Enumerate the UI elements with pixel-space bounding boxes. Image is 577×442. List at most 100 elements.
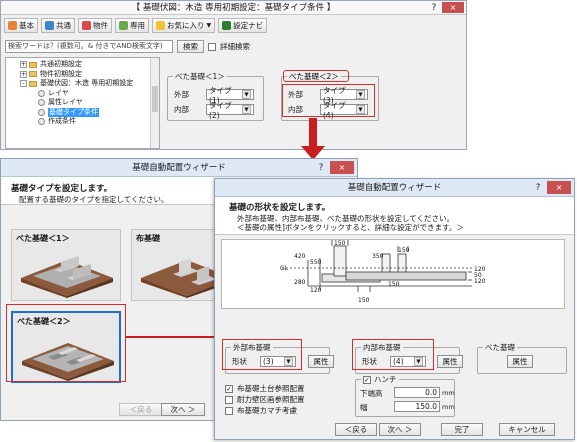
tree-item-common[interactable]: + 共通初期設定	[20, 60, 159, 70]
cancel-button[interactable]: キャンセル	[499, 423, 555, 436]
setting-icon	[38, 118, 45, 126]
folder-icon	[29, 80, 37, 87]
tree-scrollbar[interactable]	[150, 58, 159, 148]
chevron-down-icon: ▼	[242, 90, 251, 99]
navi-icon	[222, 21, 232, 30]
toolbar-dedicated-button[interactable]: 専用	[115, 18, 149, 33]
close-button[interactable]: ×	[442, 2, 464, 13]
toolbar-property-button[interactable]: 物件	[78, 18, 112, 33]
dim-150-bot: 150	[358, 297, 370, 304]
collapse-icon[interactable]: -	[20, 80, 27, 88]
scroll-thumb[interactable]	[152, 86, 158, 112]
haunch-checkbox[interactable]: ✓	[363, 375, 371, 384]
gl-label: GL	[280, 265, 289, 272]
inner-attribute-button[interactable]: 属性	[437, 355, 463, 368]
outer-type-select[interactable]: タイプ(1) ▼	[206, 86, 254, 105]
detail-search-checkbox[interactable]	[208, 42, 216, 51]
check-base-ref[interactable]: ✓	[225, 384, 233, 393]
wizard-title-bar: 基礎自動配置ウィザード ? ×	[215, 179, 574, 197]
tree-item-attr-layer[interactable]: 属性レイヤ	[20, 98, 159, 108]
wizard-header: 基礎の形状を設定します。 外部布基礎、内部布基礎、べた基礎の形状を設定してくださ…	[215, 197, 574, 235]
inner-row: 内部 タイプ(2) ▼	[174, 101, 254, 120]
back-button[interactable]: ＜戻る	[335, 423, 377, 436]
help-button[interactable]: ?	[532, 179, 544, 197]
tree-item-foundation-type[interactable]: 基礎タイプ条件	[20, 107, 159, 117]
haunch-height-input[interactable]: 0.0	[394, 387, 440, 398]
settings-window: 【 基礎伏図：木造 専用初期設定：基礎タイプ条件 】 ? × 基本 共通 物件 …	[0, 0, 467, 150]
beta-foundation-1-group: べた基礎＜1＞ 外部 タイプ(1) ▼ 内部 タイプ(2) ▼	[167, 72, 264, 121]
settings-title: 【 基礎伏図：木造 専用初期設定：基礎タイプ条件 】	[131, 3, 336, 13]
wizard-title-bar: 基礎自動配置ウィザード ? ×	[1, 159, 357, 177]
setting-icon	[38, 99, 45, 107]
settings-title-bar: 【 基礎伏図：木造 専用初期設定：基礎タイプ条件 】 ? ×	[1, 1, 466, 15]
highlight-tile	[6, 304, 126, 382]
house-icon	[8, 21, 17, 30]
check-row-3[interactable]: 布基礎カマチ考慮	[225, 405, 297, 416]
help-button[interactable]: ?	[428, 1, 440, 15]
folder-icon	[29, 71, 37, 78]
wizard-title: 基礎自動配置ウィザード	[347, 183, 442, 193]
settings-tree[interactable]: + 共通初期設定 + 物件初期設定 - 基礎伏図：木造 専用初期設定 レイヤ 属性レイ…	[5, 57, 160, 149]
tree-item-property[interactable]: + 物件初期設定	[20, 70, 159, 80]
group-title: べた基礎	[483, 343, 517, 352]
check-row-1[interactable]: ✓ 布基礎土台参照配置	[225, 383, 305, 394]
share-icon	[45, 21, 54, 30]
tree-item-foundation[interactable]: - 基礎伏図：木造 専用初期設定	[20, 79, 159, 89]
haunch-width-label: 幅	[360, 403, 368, 412]
foundation-beta-image	[21, 256, 113, 298]
dim-120-a: 120	[310, 287, 322, 294]
group-title: べた基礎＜1＞	[173, 72, 227, 81]
red-arrow-icon	[301, 118, 325, 162]
toolbar-common-button[interactable]: 共通	[41, 18, 75, 33]
dim-150-mid: 150	[388, 281, 400, 288]
next-button[interactable]: 次へ ＞	[379, 423, 421, 436]
dim-150-top-b: 150	[398, 247, 410, 254]
haunch-height-label: 下端高	[360, 389, 383, 398]
outer-attribute-button[interactable]: 属性	[308, 355, 334, 368]
detail-search-label: 詳細検索	[220, 42, 250, 51]
dim-120-c: 120	[474, 278, 486, 285]
tool-icon	[119, 21, 128, 30]
setting-icon	[38, 89, 45, 97]
search-row: 検索ワードは？(複数可。& 付きでAND検索文字) 検索 詳細検索	[5, 40, 250, 53]
chevron-down-icon: ▼	[206, 22, 212, 29]
toolbar-basic-button[interactable]: 基本	[4, 18, 38, 33]
check-wall-ref[interactable]	[225, 395, 233, 404]
help-button[interactable]: ?	[315, 159, 327, 177]
highlight-group2	[282, 84, 375, 117]
close-button[interactable]: ×	[330, 161, 354, 174]
check-kamachi[interactable]	[225, 406, 233, 415]
outer-row: 外部 タイプ(1) ▼	[174, 86, 254, 105]
finish-button[interactable]: 完了	[441, 423, 483, 436]
close-button[interactable]: ×	[547, 181, 571, 194]
next-button[interactable]: 次へ ＞	[161, 403, 205, 416]
chevron-down-icon: ▼	[242, 105, 251, 114]
inner-type-select[interactable]: タイプ(2) ▼	[206, 101, 254, 120]
tree-item-create-condition[interactable]: 作成条件	[20, 117, 159, 127]
wizard-shape-window: 基礎自動配置ウィザード ? × 基礎の形状を設定します。 外部布基礎、内部布基礎…	[214, 178, 575, 440]
dim-420: 420	[294, 253, 306, 260]
settings-toolbar: 基本 共通 物件 専用 お気に入り ▼ 設定ナビ	[4, 18, 268, 33]
tree-item-layer[interactable]: レイヤ	[20, 89, 159, 99]
dim-150-top-a: 150	[334, 240, 346, 247]
highlight-title	[283, 70, 349, 82]
dim-550: 550	[310, 259, 322, 266]
wizard-title: 基礎自動配置ウィザード	[132, 163, 226, 173]
haunch-width-input[interactable]: 150.0	[394, 401, 440, 412]
search-button[interactable]: 検索	[177, 40, 204, 53]
star-icon	[156, 21, 165, 30]
toolbar-favorites-button[interactable]: お気に入り ▼	[152, 18, 216, 33]
dim-350: 350	[372, 253, 384, 260]
haunch-title-row[interactable]: ✓ ハンチ	[361, 374, 399, 385]
wizard-heading: 基礎の形状を設定します。	[229, 203, 331, 213]
setting-icon	[38, 108, 45, 116]
expand-icon[interactable]: +	[20, 70, 27, 78]
tile-beta-1[interactable]: べた基礎＜1＞	[11, 229, 121, 301]
check-row-2[interactable]: 耐力壁区画参照配置	[225, 394, 305, 405]
toolbar-navi-button[interactable]: 設定ナビ	[218, 18, 268, 33]
search-input[interactable]: 検索ワードは？(複数可。& 付きでAND検索文字)	[5, 40, 173, 53]
wizard-subtext: 配置する基礎のタイプを指定してください。	[19, 195, 169, 204]
back-button[interactable]: ＜戻る	[119, 403, 163, 416]
expand-icon[interactable]: +	[20, 61, 27, 69]
beta-attribute-button[interactable]: 属性	[507, 355, 533, 368]
